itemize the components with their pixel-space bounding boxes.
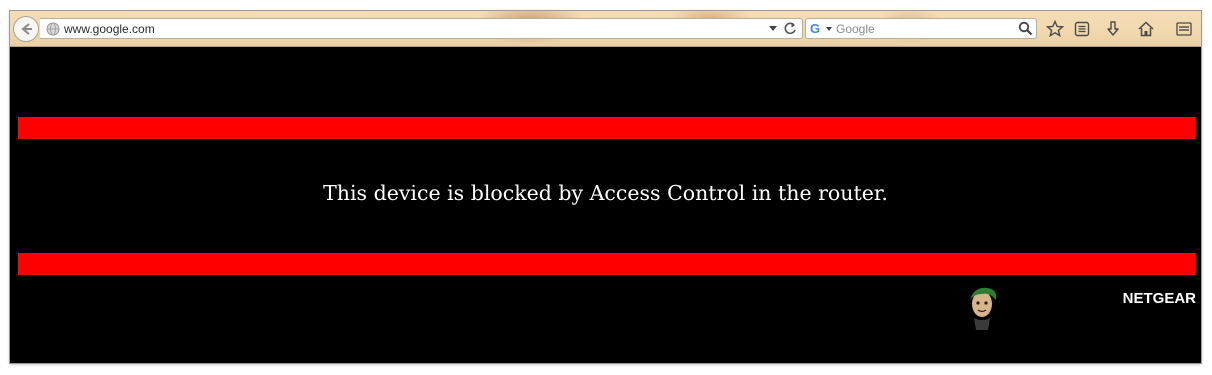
page-content: This device is blocked by Access Control… bbox=[10, 47, 1201, 363]
back-button[interactable] bbox=[13, 16, 39, 42]
url-text[interactable]: www.google.com bbox=[64, 21, 155, 37]
hamburger-menu-icon bbox=[1176, 22, 1192, 36]
top-red-banner bbox=[18, 117, 1196, 139]
search-icon[interactable] bbox=[1018, 21, 1033, 36]
list-icon bbox=[1074, 21, 1090, 37]
menu-button[interactable] bbox=[1174, 19, 1194, 39]
browser-window: www.google.com G Google This device is b… bbox=[10, 11, 1201, 363]
home-button[interactable] bbox=[1136, 19, 1156, 39]
search-engine-dropdown-icon[interactable] bbox=[826, 27, 832, 31]
search-input[interactable]: Google bbox=[836, 21, 875, 37]
browser-toolbar: www.google.com G Google bbox=[10, 11, 1201, 47]
search-engine-logo[interactable]: G bbox=[810, 21, 820, 37]
router-brand-label: NETGEAR bbox=[1122, 290, 1196, 307]
url-bar[interactable]: www.google.com bbox=[40, 18, 803, 39]
bottom-red-banner bbox=[18, 253, 1196, 275]
search-bar[interactable]: G Google bbox=[805, 18, 1037, 39]
star-icon bbox=[1046, 20, 1064, 38]
bookmark-button[interactable] bbox=[1045, 19, 1065, 39]
home-icon bbox=[1138, 21, 1154, 37]
history-dropdown-icon[interactable] bbox=[769, 26, 777, 31]
globe-icon bbox=[46, 22, 60, 36]
back-arrow-icon bbox=[21, 23, 32, 35]
downloads-button[interactable] bbox=[1103, 19, 1123, 39]
blocked-message: This device is blocked by Access Control… bbox=[323, 181, 888, 205]
download-icon bbox=[1107, 21, 1119, 36]
reload-icon[interactable] bbox=[783, 21, 797, 36]
mascot-watermark-icon bbox=[970, 287, 997, 330]
reading-list-button[interactable] bbox=[1072, 19, 1092, 39]
